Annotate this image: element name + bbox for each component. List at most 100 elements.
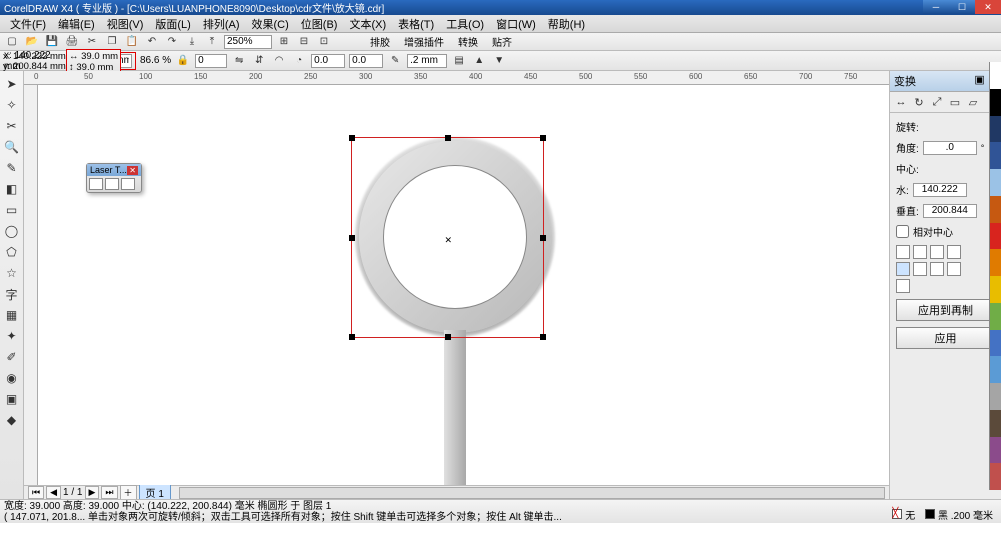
menu-layout[interactable]: 版面(L) <box>149 16 196 32</box>
angle-input[interactable] <box>923 141 977 155</box>
laser-btn-1[interactable] <box>89 178 103 190</box>
palette-swatch-3[interactable] <box>990 142 1001 169</box>
eyedropper-tool-icon[interactable]: ✐ <box>3 348 21 366</box>
sel-handle-ml[interactable] <box>349 235 355 241</box>
cut-icon[interactable]: ✂ <box>84 35 100 49</box>
palette-swatch-14[interactable] <box>990 437 1001 464</box>
zoom-tool-icon[interactable]: 🔍 <box>3 138 21 156</box>
menu-help[interactable]: 帮助(H) <box>542 16 591 32</box>
back-icon[interactable]: ▼ <box>491 54 507 68</box>
crop-tool-icon[interactable]: ✂ <box>3 117 21 135</box>
paste-icon[interactable]: 📋 <box>124 35 140 49</box>
outline-swatch[interactable] <box>925 509 935 519</box>
grid-icon[interactable]: ⊟ <box>296 35 312 49</box>
anchor-bm[interactable] <box>947 262 961 276</box>
fill-swatch[interactable]: ╳ <box>892 509 902 519</box>
redo-icon[interactable]: ↷ <box>164 35 180 49</box>
menu-text[interactable]: 文本(X) <box>343 16 392 32</box>
print-icon[interactable]: 🖨 <box>64 35 80 49</box>
undo-icon[interactable]: ↶ <box>144 35 160 49</box>
page-add-icon[interactable]: ＋ <box>120 485 137 500</box>
ext-pos[interactable]: 排胶 <box>370 34 390 49</box>
wrap-icon[interactable]: ▤ <box>451 54 467 68</box>
open-icon[interactable]: 📂 <box>24 35 40 49</box>
menu-edit[interactable]: 编辑(E) <box>52 16 101 32</box>
ruler-vertical[interactable] <box>24 85 38 485</box>
minimize-button[interactable]: ─ <box>923 0 949 14</box>
fill-tool-icon[interactable]: ▣ <box>3 390 21 408</box>
drawing-handle[interactable] <box>444 330 466 485</box>
lock-icon[interactable]: 🔒 <box>175 54 191 68</box>
palette-swatch-1[interactable] <box>990 89 1001 116</box>
interactive-tool-icon[interactable]: ✦ <box>3 327 21 345</box>
position-tab-icon[interactable]: ↔ <box>893 95 909 109</box>
menu-bitmaps[interactable]: 位图(B) <box>295 16 344 32</box>
page-last-icon[interactable]: ⏭ <box>101 486 117 499</box>
new-icon[interactable]: ▢ <box>4 35 20 49</box>
laser-close-icon[interactable]: ✕ <box>127 166 138 175</box>
sel-handle-tm[interactable] <box>445 135 451 141</box>
menu-window[interactable]: 窗口(W) <box>490 16 542 32</box>
import-icon[interactable]: ⤓ <box>184 35 200 49</box>
mirror-h-icon[interactable]: ⇋ <box>231 54 247 68</box>
ruler-horizontal[interactable]: 0 50 100 150 200 250 300 350 400 450 500… <box>24 71 889 85</box>
freehand-tool-icon[interactable]: ✎ <box>3 159 21 177</box>
drawing-canvas[interactable]: ✕ Laser T...✕ <box>38 85 889 485</box>
menu-tools[interactable]: 工具(O) <box>440 16 490 32</box>
interactivefill-tool-icon[interactable]: ◆ <box>3 411 21 429</box>
page-next-icon[interactable]: ▶ <box>85 486 100 499</box>
table-tool-icon[interactable]: ▦ <box>3 306 21 324</box>
laser-floating-toolbar[interactable]: Laser T...✕ <box>86 163 142 193</box>
pie-icon[interactable]: ◔ <box>291 54 307 68</box>
center-v-input[interactable] <box>923 204 977 218</box>
anchor-bl[interactable] <box>930 262 944 276</box>
apply-copy-button[interactable]: 应用到再制 <box>896 299 995 321</box>
basicshapes-tool-icon[interactable]: ☆ <box>3 264 21 282</box>
menu-file[interactable]: 文件(F) <box>4 16 52 32</box>
arc-start[interactable] <box>311 54 345 68</box>
palette-swatch-5[interactable] <box>990 196 1001 223</box>
menu-table[interactable]: 表格(T) <box>392 16 440 32</box>
mirror-v-icon[interactable]: ⇵ <box>251 54 267 68</box>
docker-collapse-icon[interactable]: ▣ <box>974 74 984 86</box>
palette-swatch-0[interactable] <box>990 62 1001 89</box>
rectangle-tool-icon[interactable]: ▭ <box>3 201 21 219</box>
close-button[interactable]: ✕ <box>975 0 1001 14</box>
outline-tool-icon[interactable]: ◉ <box>3 369 21 387</box>
rotation-input[interactable] <box>195 54 227 68</box>
page-first-icon[interactable]: ⏮ <box>28 486 44 499</box>
arc-icon[interactable]: ◠ <box>271 54 287 68</box>
anchor-tm[interactable] <box>913 245 927 259</box>
center-h-input[interactable] <box>913 183 967 197</box>
rotate-tab-icon[interactable]: ↻ <box>911 95 927 109</box>
shape-tool-icon[interactable]: ✧ <box>3 96 21 114</box>
front-icon[interactable]: ▲ <box>471 54 487 68</box>
page-prev-icon[interactable]: ◀ <box>46 486 61 499</box>
sel-handle-br[interactable] <box>540 334 546 340</box>
anchor-c[interactable] <box>896 262 910 276</box>
ellipse-tool-icon[interactable]: ◯ <box>3 222 21 240</box>
relative-checkbox[interactable] <box>896 225 909 238</box>
menu-view[interactable]: 视图(V) <box>101 16 150 32</box>
palette-swatch-6[interactable] <box>990 223 1001 250</box>
copy-icon[interactable]: ❐ <box>104 35 120 49</box>
ext-conv[interactable]: 转换 <box>458 34 478 49</box>
sel-handle-bl[interactable] <box>349 334 355 340</box>
skew-tab-icon[interactable]: ▱ <box>965 95 981 109</box>
arc-end[interactable] <box>349 54 383 68</box>
save-icon[interactable]: 💾 <box>44 35 60 49</box>
menu-effects[interactable]: 效果(C) <box>246 16 295 32</box>
ruler-icon[interactable]: ⊡ <box>316 35 332 49</box>
anchor-tl[interactable] <box>896 245 910 259</box>
ext-enh[interactable]: 增强插件 <box>404 34 444 49</box>
palette-swatch-7[interactable] <box>990 249 1001 276</box>
sel-handle-tl[interactable] <box>349 135 355 141</box>
sel-center[interactable]: ✕ <box>445 235 453 246</box>
palette-swatch-11[interactable] <box>990 356 1001 383</box>
zoom-input[interactable] <box>224 35 272 49</box>
snap-icon[interactable]: ⊞ <box>276 35 292 49</box>
anchor-mr[interactable] <box>913 262 927 276</box>
export-icon[interactable]: ⤒ <box>204 35 220 49</box>
apply-button[interactable]: 应用 <box>896 327 995 349</box>
anchor-br[interactable] <box>896 279 910 293</box>
